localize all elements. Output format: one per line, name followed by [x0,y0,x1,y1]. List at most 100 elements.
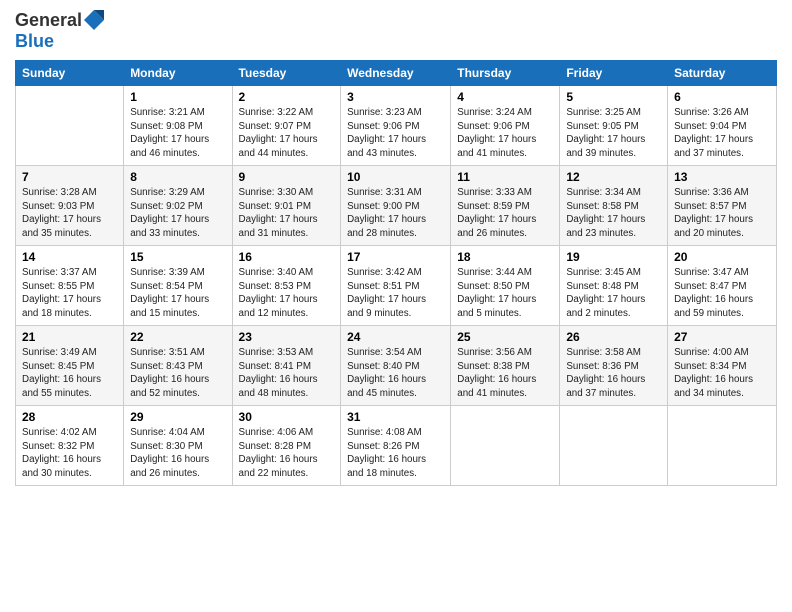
cell-daylight-info: Sunrise: 3:40 AM Sunset: 8:53 PM Dayligh… [239,266,335,321]
calendar-cell: 3Sunrise: 3:23 AM Sunset: 9:06 PM Daylig… [341,85,451,165]
cell-daylight-info: Sunrise: 3:39 AM Sunset: 8:54 PM Dayligh… [130,266,225,321]
column-header-saturday: Saturday [668,60,777,85]
day-number: 20 [674,250,770,264]
calendar-cell: 6 Sunrise: 3:26 AM Sunset: 9:04 PM Daylig… [668,85,777,165]
week-row-5: 28Sunrise: 4:02 AM Sunset: 8:32 PM Dayli… [16,405,777,485]
day-number: 30 [239,410,335,424]
day-number: 21 [22,330,117,344]
cell-daylight-info: Sunrise: 3:22 AM Sunset: 9:07 PM Dayligh… [239,106,335,161]
cell-daylight-info: Sunrise: 3:30 AM Sunset: 9:01 PM Dayligh… [239,186,335,241]
cell-daylight-info: Sunrise: 3:21 AM Sunset: 9:08 PM Dayligh… [130,106,225,161]
calendar-cell: 2 Sunrise: 3:22 AM Sunset: 9:07 PM Daylig… [232,85,341,165]
calendar-cell: 30 Sunrise: 4:06 AM Sunset: 8:28 PM Dayli… [232,405,341,485]
day-number: 8 [130,170,225,184]
cell-daylight-info: Sunrise: 3:29 AM Sunset: 9:02 PM Dayligh… [130,186,225,241]
column-header-tuesday: Tuesday [232,60,341,85]
cell-daylight-info: Sunrise: 3:42 AM Sunset: 8:51 PM Dayligh… [347,266,444,321]
day-number: 7 [22,170,117,184]
calendar-cell: 25 Sunrise: 3:56 AM Sunset: 8:38 PM Dayli… [451,325,560,405]
calendar-cell: 7 Sunrise: 3:28 AM Sunset: 9:03 PM Daylig… [16,165,124,245]
column-header-thursday: Thursday [451,60,560,85]
column-header-friday: Friday [560,60,668,85]
cell-daylight-info: Sunrise: 3:25 AM Sunset: 9:05 PM Dayligh… [566,106,661,161]
calendar-cell: 8 Sunrise: 3:29 AM Sunset: 9:02 PM Daylig… [124,165,232,245]
day-number: 6 [674,90,770,104]
logo-blue-text: Blue [15,31,54,51]
calendar-table: SundayMondayTuesdayWednesdayThursdayFrid… [15,60,777,486]
calendar-cell [668,405,777,485]
day-number: 10 [347,170,444,184]
calendar-cell: 21Sunrise: 3:49 AM Sunset: 8:45 PM Dayli… [16,325,124,405]
cell-daylight-info: Sunrise: 3:36 AM Sunset: 8:57 PM Dayligh… [674,186,770,241]
calendar-cell: 17 Sunrise: 3:42 AM Sunset: 8:51 PM Dayli… [341,245,451,325]
logo-general-text: General [15,10,82,30]
calendar-cell: 29 Sunrise: 4:04 AM Sunset: 8:30 PM Dayli… [124,405,232,485]
day-number: 22 [130,330,225,344]
cell-daylight-info: Sunrise: 3:31 AM Sunset: 9:00 PM Dayligh… [347,186,444,241]
day-number: 25 [457,330,553,344]
day-number: 13 [674,170,770,184]
calendar-cell: 5 Sunrise: 3:25 AM Sunset: 9:05 PM Daylig… [560,85,668,165]
calendar-cell: 24 Sunrise: 3:54 AM Sunset: 8:40 PM Dayli… [341,325,451,405]
calendar-cell [451,405,560,485]
logo: General Blue [15,10,104,52]
calendar-cell: 14Sunrise: 3:37 AM Sunset: 8:55 PM Dayli… [16,245,124,325]
cell-daylight-info: Sunrise: 3:53 AM Sunset: 8:41 PM Dayligh… [239,346,335,401]
cell-daylight-info: Sunrise: 3:37 AM Sunset: 8:55 PM Dayligh… [22,266,117,321]
cell-daylight-info: Sunrise: 3:45 AM Sunset: 8:48 PM Dayligh… [566,266,661,321]
calendar-cell: 28Sunrise: 4:02 AM Sunset: 8:32 PM Dayli… [16,405,124,485]
cell-daylight-info: Sunrise: 4:04 AM Sunset: 8:30 PM Dayligh… [130,426,225,481]
cell-daylight-info: Sunrise: 3:51 AM Sunset: 8:43 PM Dayligh… [130,346,225,401]
calendar-cell: 19 Sunrise: 3:45 AM Sunset: 8:48 PM Dayli… [560,245,668,325]
day-number: 23 [239,330,335,344]
cell-daylight-info: Sunrise: 3:28 AM Sunset: 9:03 PM Dayligh… [22,186,117,241]
cell-daylight-info: Sunrise: 3:44 AM Sunset: 8:50 PM Dayligh… [457,266,553,321]
calendar-cell: 12 Sunrise: 3:34 AM Sunset: 8:58 PM Dayli… [560,165,668,245]
cell-daylight-info: Sunrise: 4:02 AM Sunset: 8:32 PM Dayligh… [22,426,117,481]
week-row-1: 1Sunrise: 3:21 AM Sunset: 9:08 PM Daylig… [16,85,777,165]
calendar-cell: 20 Sunrise: 3:47 AM Sunset: 8:47 PM Dayli… [668,245,777,325]
logo-icon [84,10,104,30]
calendar-cell: 10 Sunrise: 3:31 AM Sunset: 9:00 PM Dayli… [341,165,451,245]
day-number: 11 [457,170,553,184]
calendar-cell [16,85,124,165]
day-number: 2 [239,90,335,104]
header: General Blue [15,10,777,52]
cell-daylight-info: Sunrise: 3:33 AM Sunset: 8:59 PM Dayligh… [457,186,553,241]
calendar-cell: 9 Sunrise: 3:30 AM Sunset: 9:01 PM Daylig… [232,165,341,245]
day-number: 12 [566,170,661,184]
day-number: 26 [566,330,661,344]
calendar-cell: 13 Sunrise: 3:36 AM Sunset: 8:57 PM Dayli… [668,165,777,245]
day-number: 17 [347,250,444,264]
calendar-cell: 31Sunrise: 4:08 AM Sunset: 8:26 PM Dayli… [341,405,451,485]
calendar-cell: 26 Sunrise: 3:58 AM Sunset: 8:36 PM Dayli… [560,325,668,405]
week-row-3: 14Sunrise: 3:37 AM Sunset: 8:55 PM Dayli… [16,245,777,325]
cell-daylight-info: Sunrise: 3:58 AM Sunset: 8:36 PM Dayligh… [566,346,661,401]
day-number: 4 [457,90,553,104]
day-number: 3 [347,90,444,104]
day-number: 9 [239,170,335,184]
day-number: 19 [566,250,661,264]
day-number: 18 [457,250,553,264]
calendar-header-row: SundayMondayTuesdayWednesdayThursdayFrid… [16,60,777,85]
cell-daylight-info: Sunrise: 3:47 AM Sunset: 8:47 PM Dayligh… [674,266,770,321]
cell-daylight-info: Sunrise: 3:54 AM Sunset: 8:40 PM Dayligh… [347,346,444,401]
week-row-2: 7 Sunrise: 3:28 AM Sunset: 9:03 PM Daylig… [16,165,777,245]
day-number: 24 [347,330,444,344]
cell-daylight-info: Sunrise: 4:06 AM Sunset: 8:28 PM Dayligh… [239,426,335,481]
calendar-cell: 22 Sunrise: 3:51 AM Sunset: 8:43 PM Dayli… [124,325,232,405]
cell-daylight-info: Sunrise: 4:08 AM Sunset: 8:26 PM Dayligh… [347,426,444,481]
day-number: 5 [566,90,661,104]
column-header-monday: Monday [124,60,232,85]
week-row-4: 21Sunrise: 3:49 AM Sunset: 8:45 PM Dayli… [16,325,777,405]
cell-daylight-info: Sunrise: 3:56 AM Sunset: 8:38 PM Dayligh… [457,346,553,401]
day-number: 29 [130,410,225,424]
calendar-cell: 1Sunrise: 3:21 AM Sunset: 9:08 PM Daylig… [124,85,232,165]
cell-daylight-info: Sunrise: 3:34 AM Sunset: 8:58 PM Dayligh… [566,186,661,241]
cell-daylight-info: Sunrise: 3:26 AM Sunset: 9:04 PM Dayligh… [674,106,770,161]
calendar-cell [560,405,668,485]
cell-daylight-info: Sunrise: 4:00 AM Sunset: 8:34 PM Dayligh… [674,346,770,401]
page-container: General Blue SundayMondayTuesdayWednesda… [0,0,792,496]
calendar-cell: 18 Sunrise: 3:44 AM Sunset: 8:50 PM Dayli… [451,245,560,325]
day-number: 27 [674,330,770,344]
